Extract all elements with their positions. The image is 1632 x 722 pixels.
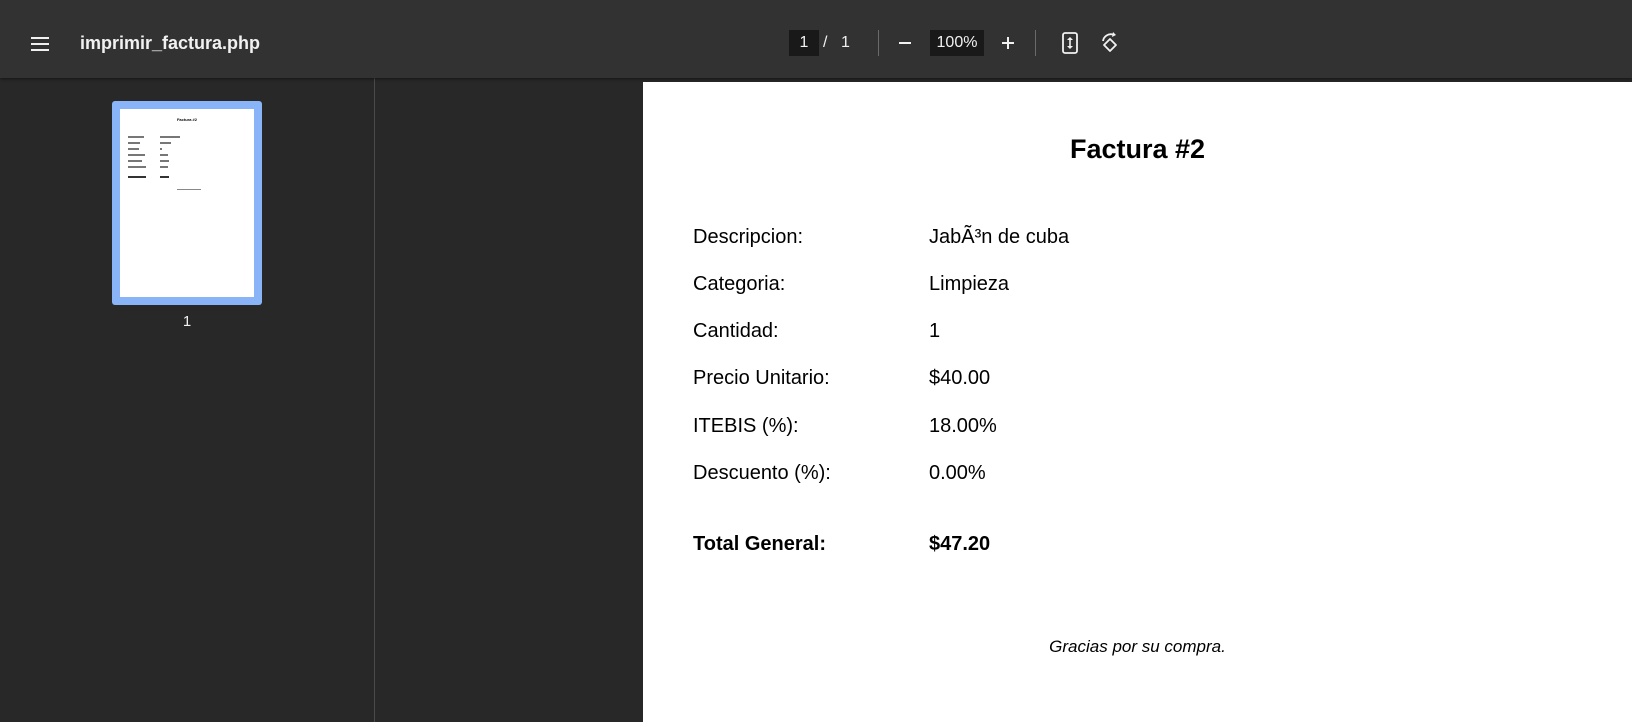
thumbnail-line	[128, 142, 140, 144]
total-label: Total General:	[693, 533, 826, 555]
thumbnail-line	[160, 166, 168, 168]
page-thumbnail[interactable]: Factura #2	[112, 101, 262, 305]
rotate-button[interactable]	[1094, 27, 1126, 59]
thumbnail-line	[160, 136, 180, 138]
thumbnail-page-preview: Factura #2	[120, 109, 254, 297]
quantity-label: Cantidad:	[693, 320, 779, 342]
thumbnail-line	[160, 160, 169, 162]
thumbnail-line	[128, 176, 146, 178]
invoice-title: Factura #2	[1069, 134, 1206, 164]
page-total: 1	[841, 34, 850, 51]
pdf-page: Factura #2 Descripcion: JabÃ³n de cuba C…	[643, 82, 1632, 722]
page-number-input[interactable]: 1	[789, 30, 819, 56]
description-value: JabÃ³n de cuba	[929, 226, 1070, 248]
description-label: Descripcion:	[693, 226, 804, 248]
thumbnail-page-number: 1	[182, 313, 192, 330]
thumbnail-line	[160, 142, 171, 144]
zoom-in-icon	[1002, 37, 1014, 49]
thumbnail-title: Factura #2	[176, 117, 197, 122]
fit-page-button[interactable]	[1054, 27, 1086, 59]
discount-value: 0.00%	[929, 462, 986, 484]
page-separator: /	[823, 34, 828, 51]
thumbnail-line	[160, 148, 162, 150]
discount-label: Descuento (%):	[693, 462, 831, 484]
quantity-value: 1	[929, 320, 941, 342]
toolbar-divider	[1035, 30, 1036, 56]
unit-price-value: $40.00	[929, 367, 991, 389]
thumbnail-sidebar: Factura #2 1	[0, 78, 375, 722]
thumbnail-line	[160, 154, 168, 156]
toolbar-divider	[878, 30, 879, 56]
category-value: Limpieza	[929, 273, 1010, 295]
zoom-in-button[interactable]	[992, 27, 1024, 59]
thumbnail-line	[160, 176, 169, 178]
category-label: Categoria:	[693, 273, 786, 295]
fit-page-icon	[1062, 32, 1078, 54]
unit-price-label: Precio Unitario:	[693, 367, 830, 389]
thank-you-note: Gracias por su compra.	[1049, 637, 1226, 656]
tax-value: 18.00%	[929, 415, 997, 437]
pdf-toolbar: imprimir_factura.php 1 / 1 100%	[0, 0, 1632, 78]
thumbnail-line	[128, 136, 144, 138]
thumbnail-line	[128, 154, 145, 156]
total-value: $47.20	[929, 533, 991, 555]
thumbnail-line	[128, 148, 139, 150]
rotate-icon	[1102, 32, 1117, 52]
thumbnail-line	[128, 160, 142, 162]
thumbnail-line	[128, 166, 146, 168]
menu-icon	[31, 37, 49, 51]
zoom-level-input[interactable]: 100%	[930, 30, 984, 56]
document-viewer[interactable]: Factura #2 Descripcion: JabÃ³n de cuba C…	[375, 78, 1632, 722]
tax-label: ITEBIS (%):	[693, 415, 799, 437]
zoom-out-icon	[899, 42, 911, 44]
menu-button[interactable]	[22, 26, 58, 62]
document-title: imprimir_factura.php	[80, 33, 261, 53]
thumbnail-line	[177, 189, 201, 190]
zoom-out-button[interactable]	[889, 27, 921, 59]
